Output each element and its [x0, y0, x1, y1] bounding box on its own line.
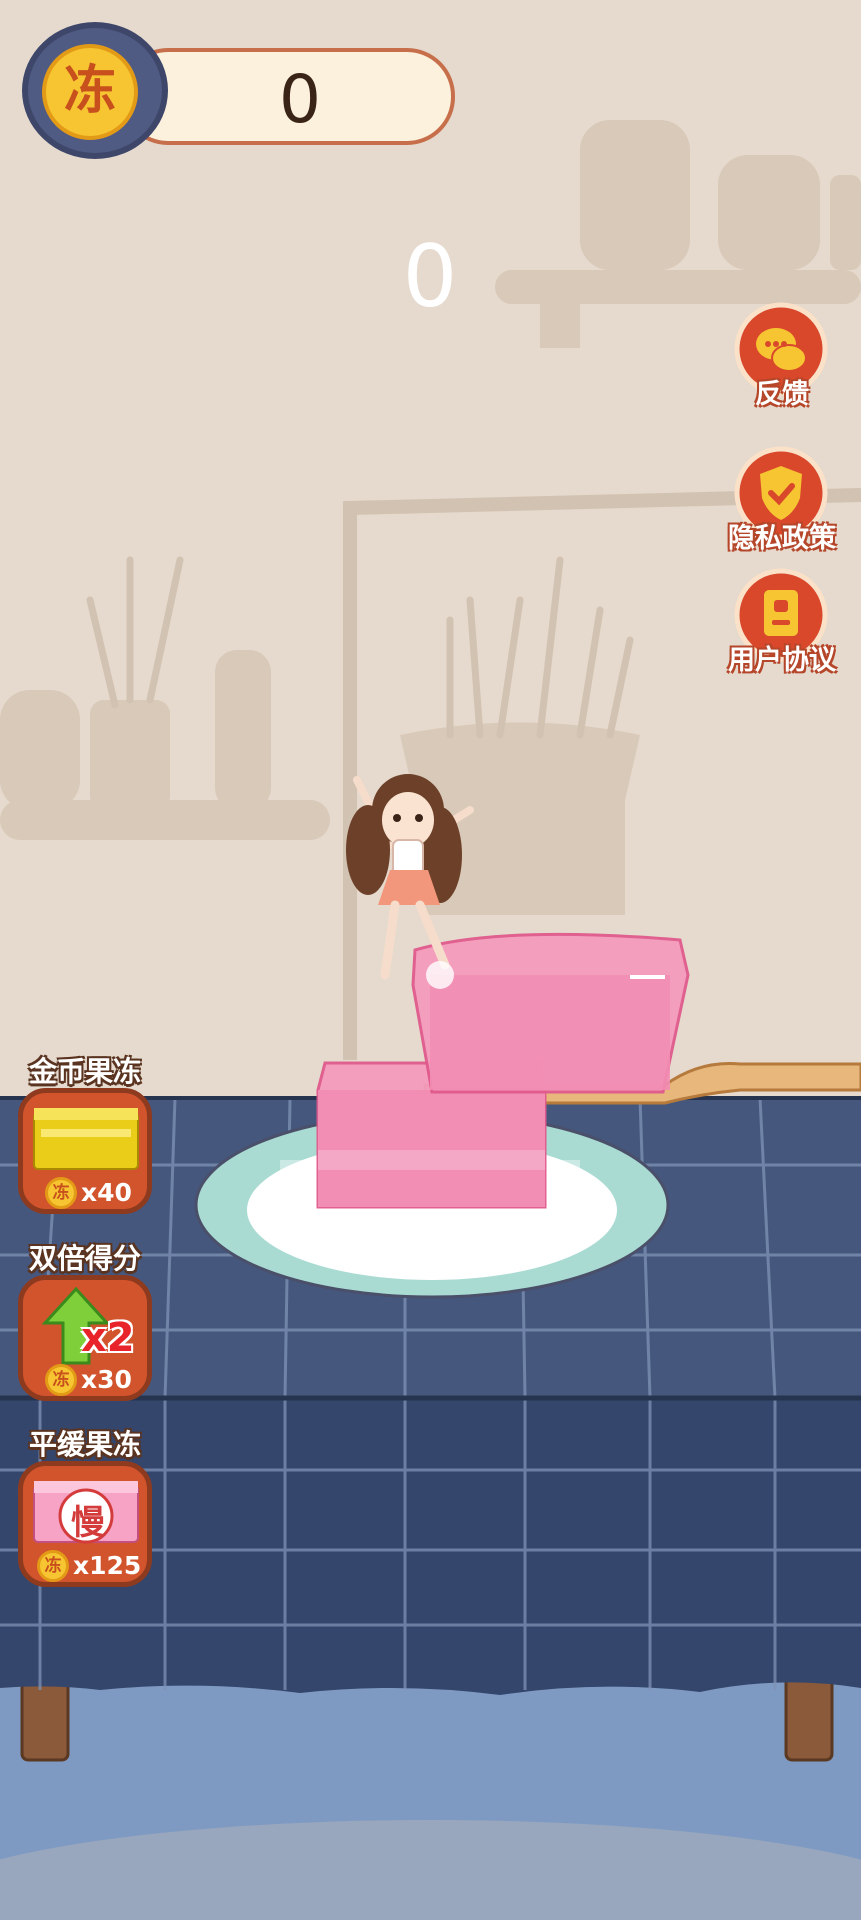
powerup-cost: x40 — [81, 1178, 132, 1207]
slow-badge: 慢 — [71, 1503, 105, 1543]
user-agreement-label: 用户协议 — [728, 645, 836, 676]
user-agreement-button[interactable]: 用户协议 — [702, 568, 861, 680]
moving-jelly-block — [411, 932, 690, 1094]
privacy-policy-button[interactable]: 隐私政策 — [702, 446, 861, 558]
coin-icon: 冻 — [45, 1364, 77, 1396]
feedback-label: 反馈 — [755, 379, 809, 410]
powerup-cost: x125 — [73, 1551, 142, 1580]
powerup-cost: x30 — [81, 1365, 132, 1394]
powerup-slow-jelly[interactable]: 平缓果冻 慢 冻 x125 — [5, 1423, 165, 1593]
powerup-title: 金币果冻 — [28, 1055, 141, 1088]
jelly-coin-icon: 冻 — [42, 44, 138, 140]
score-display: 0 — [402, 227, 458, 327]
coin-count: 0 — [279, 61, 321, 138]
powerup-double-score[interactable]: 双倍得分 x2 冻 x30 — [5, 1237, 165, 1407]
privacy-policy-label: 隐私政策 — [728, 523, 836, 554]
feedback-button[interactable]: 反馈 — [702, 302, 861, 414]
powerup-title: 平缓果冻 — [28, 1428, 141, 1461]
coin-icon: 冻 — [45, 1177, 77, 1209]
double-badge: x2 — [81, 1315, 135, 1361]
powerup-title: 双倍得分 — [28, 1242, 141, 1275]
powerup-gold-jelly[interactable]: 金币果冻 冻 x40 — [5, 1050, 165, 1220]
gold-jelly-icon — [33, 1108, 139, 1170]
coin-icon: 冻 — [37, 1550, 69, 1582]
